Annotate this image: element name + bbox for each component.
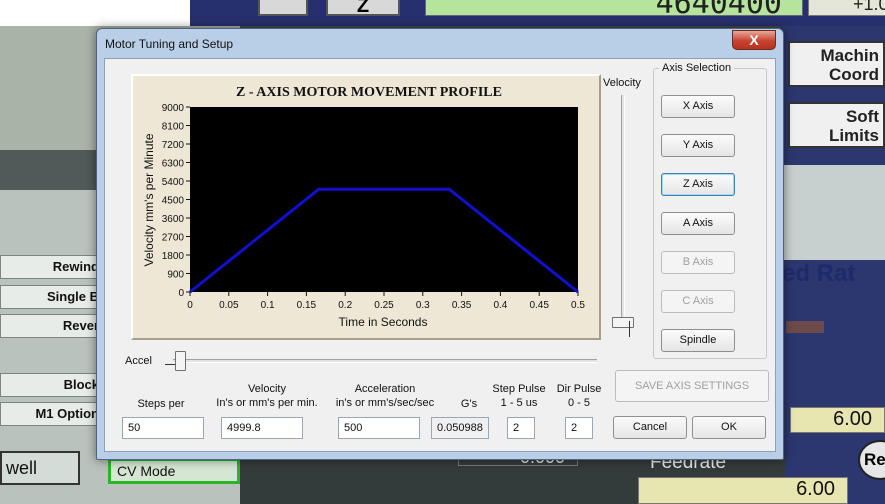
step-pulse-label: Step Pulse 1 - 5 us (489, 382, 549, 410)
x-tick-label: 0.4 (493, 300, 507, 311)
gs-display: 0.050988 (431, 417, 489, 439)
velocity-slider-thumb[interactable] (612, 317, 634, 328)
motor-tuning-dialog: Motor Tuning and Setup X Z - AXIS MOTOR … (96, 28, 784, 460)
velocity-label-line2: In's or mm's per min. (216, 397, 318, 409)
b-axis-button[interactable]: B Axis (661, 251, 735, 274)
bg-feed-field-2: 6.00 (638, 477, 848, 504)
ok-button[interactable]: OK (692, 416, 766, 439)
dialog-title: Motor Tuning and Setup (105, 37, 234, 51)
accel-slider-label: Accel (125, 355, 152, 367)
c-axis-button[interactable]: C Axis (661, 290, 735, 313)
y-axis-button[interactable]: Y Axis (661, 134, 735, 157)
close-button[interactable]: X (732, 30, 776, 50)
bg-well-label: well (0, 451, 80, 485)
accel-slider-track[interactable] (173, 359, 597, 363)
single-block-button[interactable]: Single B (0, 285, 104, 309)
steps-per-input[interactable]: 50 (122, 417, 204, 439)
velocity-input[interactable]: 4999.8 (221, 417, 303, 439)
plot-area (190, 107, 578, 292)
x-axis-label: Time in Seconds (339, 315, 428, 329)
x-tick-label: 0.1 (261, 300, 275, 311)
y-tick-label: 900 (167, 270, 184, 281)
y-tick-label: 6300 (162, 159, 185, 170)
reverse-button[interactable]: Rever (0, 314, 104, 338)
dir-pulse-label-line2: 0 - 5 (567, 397, 590, 409)
x-tick-label: 0 (187, 300, 193, 311)
y-axis-ticks: 0 900 1800 2700 3600 4500 5400 6300 7200 8100 9000 (162, 103, 190, 299)
machine-coord-button[interactable]: Machin Coord (788, 41, 885, 87)
block-delete-button[interactable]: Block (0, 373, 104, 397)
x-tick-label: 0.25 (374, 300, 394, 311)
step-pulse-label-line1: Step Pulse (492, 383, 546, 395)
y-tick-label: 4500 (162, 196, 185, 207)
bg-dro-display: 4640400 (425, 0, 803, 16)
close-icon: X (749, 32, 759, 48)
y-tick-label: 5400 (162, 177, 185, 188)
y-tick-label: 1800 (162, 251, 185, 262)
dir-pulse-input[interactable]: 2 (565, 417, 593, 439)
x-tick-label: 0.5 (571, 300, 585, 311)
velocity-slider-track[interactable] (621, 95, 625, 327)
x-tick-label: 0.35 (452, 300, 472, 311)
velocity-slider-tick (629, 321, 630, 337)
y-axis-label: Velocity mm's per Minute (142, 133, 156, 266)
bg-feed-rate-label: ed Rat (782, 260, 856, 287)
bg-dro-right: +1.0 (808, 0, 885, 16)
x-axis-button[interactable]: X Axis (661, 95, 735, 118)
steps-per-label: Steps per (137, 398, 185, 410)
x-tick-label: 0.05 (219, 300, 239, 311)
axis-selection-label: Axis Selection (659, 62, 735, 74)
velocity-label-line1: Velocity (248, 383, 286, 395)
z-axis-button[interactable]: Z Axis (661, 173, 735, 196)
save-axis-settings-button[interactable]: SAVE AXIS SETTINGS (615, 370, 769, 402)
velocity-slider-label: Velocity (603, 77, 641, 89)
acceleration-label-line2: in's or mm's/sec/sec (335, 397, 435, 409)
dialog-client-area: Z - AXIS MOTOR MOVEMENT PROFILE 0 900 1800… (104, 58, 776, 452)
a-axis-button[interactable]: A Axis (661, 212, 735, 235)
bg-top-button-left[interactable] (258, 0, 308, 16)
bg-white-area (0, 0, 190, 26)
x-tick-label: 0.3 (416, 300, 430, 311)
x-tick-label: 0.15 (297, 300, 317, 311)
machine-coord-line2: Coord (828, 65, 879, 84)
chart-title: Z - AXIS MOTOR MOVEMENT PROFILE (236, 85, 502, 100)
step-pulse-input[interactable]: 2 (507, 417, 535, 439)
cv-mode-button[interactable]: CV Mode (108, 458, 240, 484)
accel-slider-thumb[interactable] (175, 351, 186, 371)
dialog-titlebar[interactable]: Motor Tuning and Setup X (97, 29, 783, 57)
x-tick-label: 0.45 (529, 300, 549, 311)
y-tick-label: 2700 (162, 233, 185, 244)
y-tick-label: 9000 (162, 103, 185, 114)
bg-feedrate-bar (786, 321, 824, 333)
bg-right-light-panel (780, 165, 885, 260)
y-tick-label: 8100 (162, 122, 185, 133)
bg-z-button[interactable]: Z (326, 0, 400, 16)
bg-feed-field-1: 6.00 (790, 407, 885, 433)
velocity-field-label: Velocity In's or mm's per min. (207, 382, 327, 410)
soft-limits-button[interactable]: Soft Limits (788, 102, 885, 148)
dir-pulse-label-line1: Dir Pulse (556, 383, 602, 395)
acceleration-label-line1: Acceleration (354, 383, 416, 395)
spindle-button[interactable]: Spindle (661, 329, 735, 352)
y-tick-label: 7200 (162, 140, 185, 151)
soft-limits-line1: Soft (845, 107, 879, 126)
chart-svg: Z - AXIS MOTOR MOVEMENT PROFILE 0 900 1800… (142, 85, 585, 329)
y-tick-label: 0 (178, 288, 184, 299)
soft-limits-line2: Limits (828, 126, 879, 145)
acceleration-input[interactable]: 500 (338, 417, 420, 439)
step-pulse-label-line2: 1 - 5 us (500, 397, 538, 409)
m1-optional-button[interactable]: M1 Option (0, 402, 104, 426)
motion-profile-chart: Z - AXIS MOTOR MOVEMENT PROFILE 0 900 1800… (131, 74, 601, 340)
x-axis-ticks: 0 0.05 0.1 0.15 0.2 0.25 0.3 0.35 0.4 0.45 0.5 (187, 292, 585, 311)
dir-pulse-label: Dir Pulse 0 - 5 (551, 382, 607, 410)
x-tick-label: 0.2 (338, 300, 352, 311)
y-tick-label: 3600 (162, 214, 185, 225)
machine-coord-line1: Machin (820, 46, 879, 65)
cancel-button[interactable]: Cancel (613, 416, 687, 439)
rewind-button[interactable]: Rewind (0, 255, 104, 279)
acceleration-field-label: Acceleration in's or mm's/sec/sec (323, 382, 447, 410)
